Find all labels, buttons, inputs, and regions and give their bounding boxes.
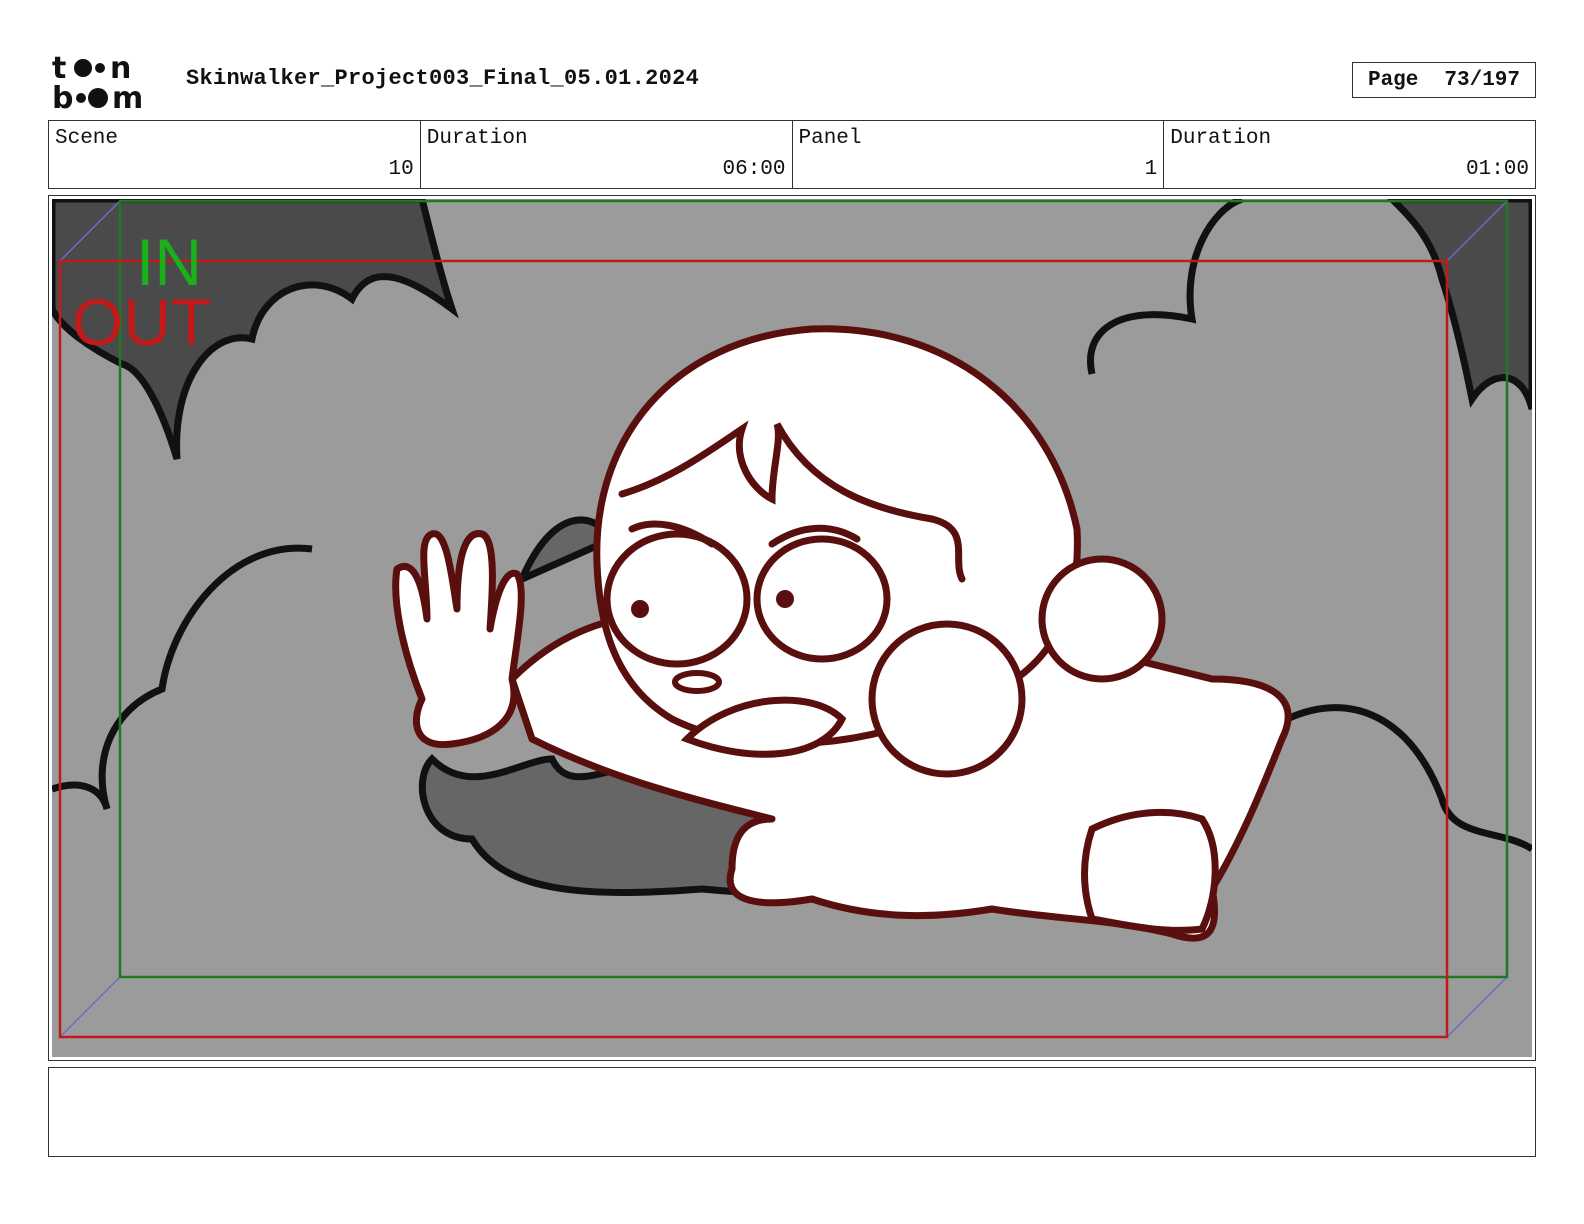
- character-bun-front: [868, 620, 1026, 778]
- scene-duration-value: 06:00: [722, 158, 786, 181]
- scene-value: 10: [388, 158, 414, 181]
- panel-duration-label: Duration: [1170, 127, 1272, 150]
- page-label: Page: [1367, 68, 1419, 92]
- storyboard-panel-image: IN OUT: [52, 199, 1532, 1057]
- character-fist: [1081, 809, 1219, 934]
- character-bun-right: [1038, 555, 1166, 683]
- panel-duration-value: 01:00: [1465, 158, 1529, 181]
- svg-text:m: m: [112, 81, 143, 112]
- toon-boom-logo: t n b m: [50, 50, 166, 116]
- scene-cell: Scene 10: [49, 121, 421, 188]
- panel-label: Panel: [798, 127, 862, 150]
- panel-duration-cell: Duration 01:00: [1164, 121, 1535, 188]
- scene-info-row: Scene 10 Duration 06:00 Panel 1 Duration…: [48, 120, 1536, 189]
- scene-duration-cell: Duration 06:00: [421, 121, 793, 188]
- character-pupil-right: [776, 590, 794, 608]
- page-number: 73/197: [1444, 68, 1521, 92]
- character-nose: [672, 670, 722, 694]
- document-title: Skinwalker_Project003_Final_05.01.2024: [186, 66, 700, 91]
- svg-text:b: b: [52, 81, 73, 112]
- scene-label: Scene: [55, 127, 119, 150]
- out-label: OUT: [72, 285, 211, 359]
- caption-box: [48, 1067, 1536, 1157]
- character-eye-left: [603, 530, 751, 668]
- character-pupil-left: [631, 600, 649, 618]
- page-indicator: Page 73/197: [1352, 62, 1536, 98]
- panel-cell: Panel 1: [793, 121, 1165, 188]
- scene-duration-label: Duration: [426, 127, 528, 150]
- panel-value: 1: [1144, 158, 1158, 181]
